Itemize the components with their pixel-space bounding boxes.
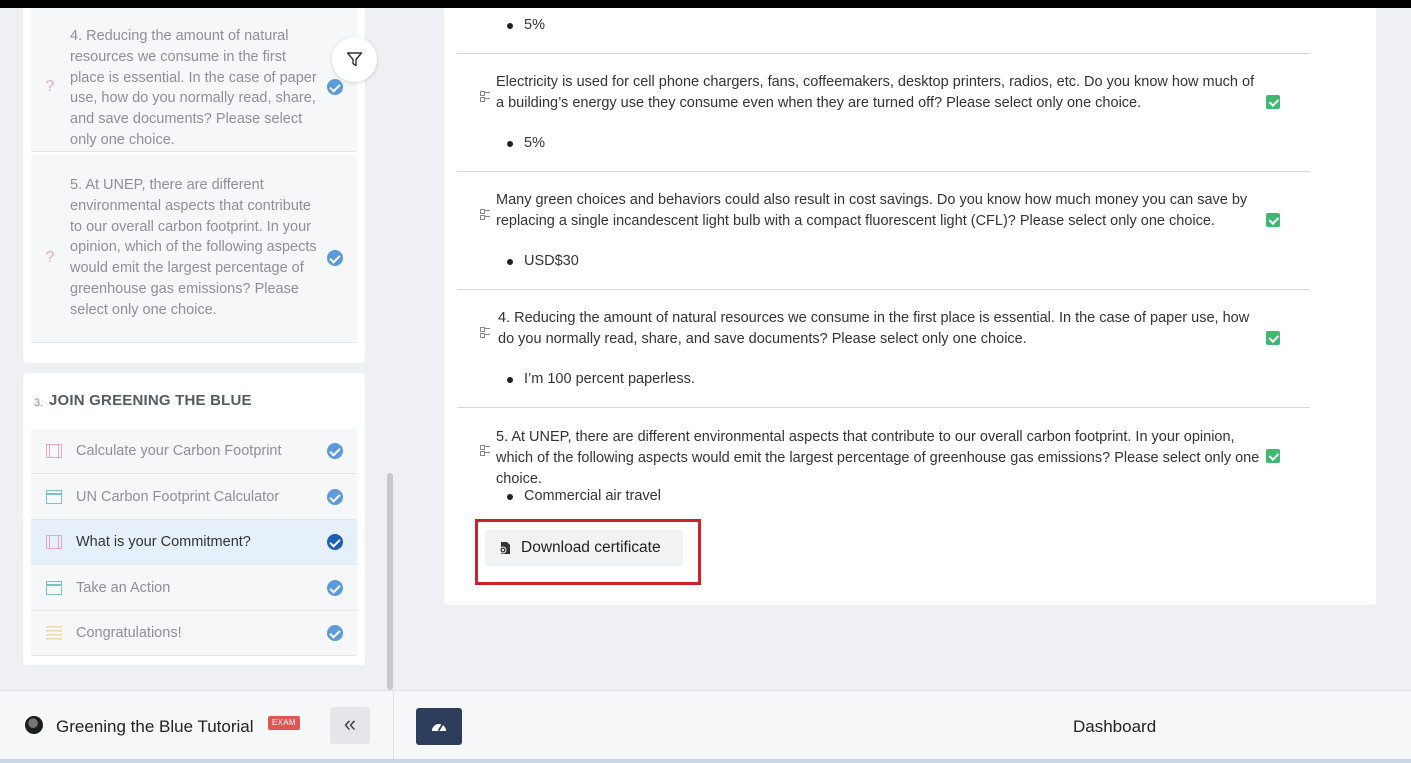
correct-check-icon	[1266, 331, 1280, 345]
correct-check-icon	[1266, 213, 1280, 227]
question-list-icon	[480, 209, 490, 220]
exam-badge: EXAM	[268, 716, 300, 730]
lesson-label: Take an Action	[76, 580, 171, 596]
section-number: 3.	[34, 397, 44, 409]
lesson-calculate-carbon-footprint[interactable]: Calculate your Carbon Footprint	[31, 429, 357, 474]
lesson-label: UN Carbon Footprint Calculator	[76, 489, 280, 505]
speedometer-icon	[432, 724, 446, 731]
lesson-what-is-your-commitment[interactable]: What is your Commitment?	[31, 520, 357, 565]
quiz-questions-card: ? 4. Reducing the amount of natural reso…	[23, 8, 365, 363]
completed-check-icon	[327, 489, 343, 505]
course-footer: Greening the Blue Tutorial EXAM «	[0, 690, 393, 763]
download-certificate-label: Download certificate	[521, 539, 661, 556]
qa-item-electricity: Electricity is used for cell phone charg…	[457, 54, 1310, 172]
lesson-take-an-action[interactable]: Take an Action	[31, 566, 357, 611]
double-chevron-left-icon: «	[343, 711, 357, 736]
web-page-icon	[46, 490, 62, 504]
completed-check-icon	[327, 250, 343, 266]
question-icon: ?	[45, 78, 55, 95]
answer-text: 5%	[507, 135, 545, 151]
section-card: 3. JOIN GREENING THE BLUE Calculate your…	[23, 373, 365, 665]
video-icon	[46, 535, 62, 549]
filter-icon	[346, 52, 363, 67]
window-top-bar	[0, 0, 1411, 8]
lesson-label: Calculate your Carbon Footprint	[76, 443, 282, 459]
question-list-icon	[480, 445, 490, 456]
qa-item-previous: 5%	[457, 8, 1310, 54]
completed-check-icon	[327, 625, 343, 641]
sidebar-scrollbar[interactable]	[387, 473, 393, 690]
completed-check-icon	[327, 79, 343, 95]
certificate-icon	[499, 542, 510, 554]
completed-check-icon	[327, 580, 343, 596]
dashboard-button[interactable]	[416, 708, 462, 745]
collapse-sidebar-button[interactable]: «	[330, 707, 370, 744]
answer-text: I’m 100 percent paperless.	[507, 371, 695, 387]
answer-text: USD$30	[507, 253, 579, 269]
sidebar-question-4[interactable]: ? 4. Reducing the amount of natural reso…	[31, 8, 357, 152]
qa-item-paper-use: 4. Reducing the amount of natural resour…	[457, 290, 1310, 408]
sidebar-question-label: 5. At UNEP, there are different environm…	[70, 177, 317, 318]
main-footer: Dashboard	[393, 690, 1411, 763]
web-page-icon	[46, 581, 62, 595]
correct-check-icon	[1266, 95, 1280, 109]
sidebar-question-label: 4. Reducing the amount of natural resour…	[70, 28, 317, 148]
question-text: 5. At UNEP, there are different environm…	[496, 429, 1260, 487]
lesson-carbon-footprint-calculator[interactable]: UN Carbon Footprint Calculator	[31, 475, 357, 520]
completed-check-icon	[327, 534, 343, 550]
qa-item-carbon-aspects: 5. At UNEP, there are different environm…	[457, 408, 1310, 513]
course-title[interactable]: Greening the Blue Tutorial	[56, 717, 254, 737]
question-text: Many green choices and behaviors could a…	[496, 192, 1248, 229]
text-icon	[46, 626, 62, 640]
question-icon: ?	[45, 249, 55, 266]
lesson-label: Congratulations!	[76, 625, 182, 641]
course-avatar	[25, 716, 43, 734]
section-title: JOIN GREENING THE BLUE	[49, 392, 252, 409]
download-certificate-button[interactable]: Download certificate	[485, 530, 683, 566]
course-sidebar: ? 4. Reducing the amount of natural reso…	[0, 8, 393, 690]
qa-item-light-bulb: Many green choices and behaviors could a…	[457, 172, 1310, 290]
dashboard-link[interactable]: Dashboard	[1073, 717, 1156, 737]
answer-text: 5%	[507, 17, 545, 33]
lesson-label: What is your Commitment?	[76, 534, 251, 550]
question-text: 4. Reducing the amount of natural resour…	[498, 310, 1250, 347]
window-bottom-strip	[0, 759, 1411, 763]
correct-check-icon	[1266, 449, 1280, 463]
question-list-icon	[480, 91, 490, 102]
sidebar-question-5[interactable]: ? 5. At UNEP, there are different enviro…	[31, 155, 357, 343]
question-text: Electricity is used for cell phone charg…	[496, 74, 1255, 111]
video-icon	[46, 444, 62, 458]
answer-text: Commercial air travel	[507, 488, 661, 504]
lesson-congratulations[interactable]: Congratulations!	[31, 611, 357, 656]
completed-check-icon	[327, 443, 343, 459]
question-list-icon	[480, 327, 490, 338]
filter-button[interactable]	[332, 37, 377, 82]
quiz-results-card: 5% Electricity is used for cell phone ch…	[444, 8, 1376, 605]
